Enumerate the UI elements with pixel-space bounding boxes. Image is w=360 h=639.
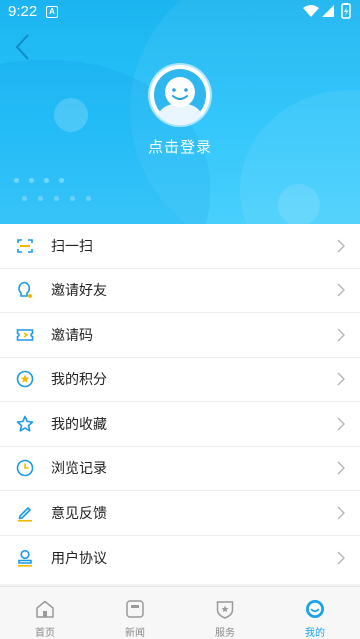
header-bubble — [278, 184, 320, 226]
login-link[interactable]: 点击登录 — [0, 136, 360, 157]
home-icon — [36, 600, 54, 618]
tab-home[interactable]: 首页 — [0, 587, 90, 639]
chevron-right-icon — [337, 506, 345, 520]
chevron-left-icon — [15, 34, 29, 60]
scan-icon — [17, 238, 33, 253]
menu-item-user-agreement[interactable]: 用户协议 — [0, 536, 360, 581]
tab-label: 首页 — [35, 628, 55, 639]
star-icon — [16, 415, 34, 432]
tab-services[interactable]: 服务 — [180, 587, 270, 639]
menu-item-invite-friends[interactable]: 邀请好友 — [0, 269, 360, 313]
chevron-right-icon — [337, 417, 345, 431]
chevron-right-icon — [337, 328, 345, 342]
header-dots — [14, 168, 74, 187]
chevron-right-icon — [337, 372, 345, 386]
news-icon — [126, 600, 144, 618]
ticket-icon — [16, 328, 34, 341]
back-button[interactable] — [12, 32, 36, 62]
chevron-right-icon — [337, 461, 345, 475]
profile-icon — [306, 600, 324, 618]
menu-item-label: 我的积分 — [51, 372, 107, 389]
pencil-icon — [18, 506, 32, 522]
bottom-tab-bar: 首页 新闻 服务 我的 — [0, 586, 360, 639]
menu-list: 扫一扫 邀请好友 邀请码 我的积分 我的收藏 浏览记录 意见反馈 用户协议 — [0, 224, 360, 584]
menu-item-my-favorites[interactable]: 我的收藏 — [0, 402, 360, 447]
menu-item-label: 浏览记录 — [51, 461, 107, 478]
header-dots — [22, 186, 102, 205]
header-bubble — [54, 98, 88, 132]
lightbulb-icon — [18, 281, 32, 299]
menu-item-feedback[interactable]: 意见反馈 — [0, 491, 360, 536]
menu-item-invite-code[interactable]: 邀请码 — [0, 313, 360, 358]
menu-item-scan[interactable]: 扫一扫 — [0, 224, 360, 269]
avatar[interactable] — [150, 65, 210, 125]
clock-icon — [16, 459, 34, 477]
tab-label: 服务 — [215, 628, 235, 639]
chevron-right-icon — [337, 239, 345, 253]
chevron-right-icon — [337, 283, 345, 297]
service-shield-icon — [216, 601, 234, 619]
user-stamp-icon — [18, 549, 32, 567]
menu-item-label: 扫一扫 — [51, 238, 93, 255]
tab-news[interactable]: 新闻 — [90, 587, 180, 639]
menu-item-label: 我的收藏 — [51, 416, 107, 433]
notification-icon: A — [46, 6, 58, 18]
chevron-right-icon — [337, 551, 345, 565]
tab-mine[interactable]: 我的 — [270, 587, 360, 639]
menu-item-label: 用户协议 — [51, 550, 107, 567]
system-indicators — [302, 3, 354, 25]
menu-item-label: 邀请码 — [51, 327, 93, 344]
menu-item-label: 意见反馈 — [51, 505, 107, 522]
status-bar: 9:22 A — [0, 0, 360, 24]
points-coin-icon — [16, 370, 34, 388]
menu-item-history[interactable]: 浏览记录 — [0, 447, 360, 491]
menu-item-my-points[interactable]: 我的积分 — [0, 358, 360, 402]
tab-label: 新闻 — [125, 628, 145, 639]
status-time: 9:22 — [8, 3, 38, 20]
wifi-signal-battery-icon — [303, 3, 351, 19]
default-avatar-icon — [151, 66, 209, 125]
tab-label: 我的 — [305, 628, 325, 639]
menu-item-label: 邀请好友 — [51, 283, 107, 300]
